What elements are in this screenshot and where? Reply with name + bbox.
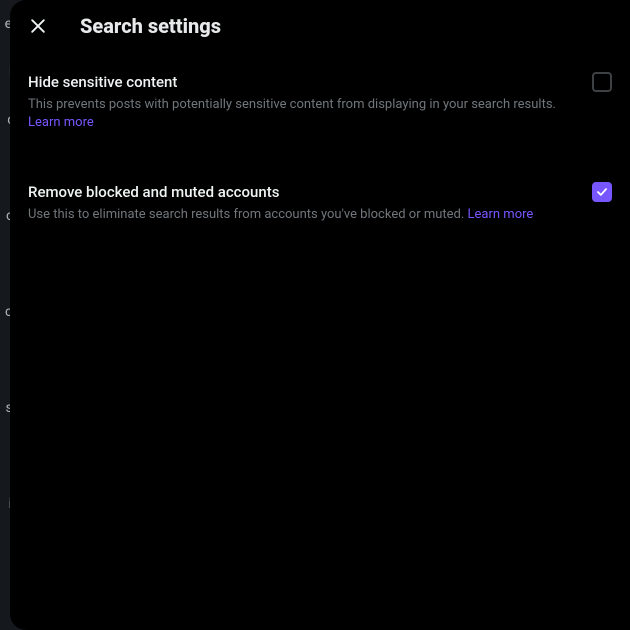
search-settings-panel: Search settings Hide sensitive content T… (10, 0, 630, 630)
settings-list: Hide sensitive content This prevents pos… (10, 52, 630, 238)
setting-remove-blocked: Remove blocked and muted accounts Use th… (10, 170, 630, 238)
setting-desc-text: Use this to eliminate search results fro… (28, 207, 464, 222)
hide-sensitive-checkbox[interactable] (592, 72, 612, 92)
setting-desc-text: This prevents posts with potentially sen… (28, 97, 556, 112)
setting-title: Remove blocked and muted accounts (28, 182, 578, 202)
close-button[interactable] (20, 8, 56, 44)
setting-description: Use this to eliminate search results fro… (28, 206, 578, 224)
setting-text: Hide sensitive content This prevents pos… (28, 72, 578, 132)
learn-more-link[interactable]: Learn more (28, 115, 94, 130)
setting-divider (10, 146, 630, 170)
close-icon (28, 16, 48, 36)
setting-text: Remove blocked and muted accounts Use th… (28, 182, 578, 224)
learn-more-link[interactable]: Learn more (468, 207, 534, 222)
panel-header: Search settings (10, 0, 630, 52)
setting-hide-sensitive: Hide sensitive content This prevents pos… (10, 60, 630, 146)
setting-description: This prevents posts with potentially sen… (28, 96, 578, 132)
setting-row: Hide sensitive content This prevents pos… (28, 72, 612, 132)
check-icon (595, 185, 609, 199)
setting-title: Hide sensitive content (28, 72, 578, 92)
remove-blocked-checkbox[interactable] (592, 182, 612, 202)
setting-row: Remove blocked and muted accounts Use th… (28, 182, 612, 224)
panel-title: Search settings (80, 14, 221, 38)
